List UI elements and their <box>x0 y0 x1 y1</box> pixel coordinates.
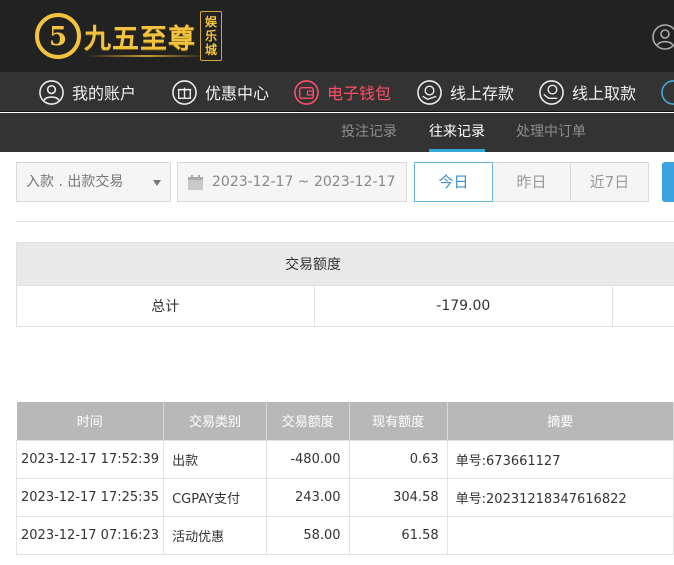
column-header-time: 时间 <box>16 402 165 440</box>
cell-time: 2023-12-17 07:16:23 <box>15 515 165 555</box>
summary-header-row: 交易额度 <box>16 242 674 286</box>
user-circle-icon <box>39 79 64 105</box>
wallet-icon <box>294 79 319 105</box>
records-header-row: 时间 交易类别 交易额度 现有额度 摘要 <box>16 402 674 440</box>
summary-total-label: 总计 <box>16 285 315 327</box>
cell-amount: 58.00 <box>266 515 350 555</box>
cell-type: 活动优惠 <box>163 515 267 555</box>
column-header-amount: 交易额度 <box>266 402 350 440</box>
date-range-picker[interactable]: 2023-12-17 ~ 2023-12-17 <box>177 162 407 202</box>
range-today-button[interactable]: 今日 <box>414 162 493 202</box>
brand-badge-char: 乐 <box>204 29 217 43</box>
brand-underline <box>86 55 206 57</box>
search-button[interactable] <box>662 162 674 202</box>
nav-my-account[interactable]: 我的账户 <box>38 72 136 112</box>
site-header: 5 九五至尊 娱 乐 城 <box>0 0 674 72</box>
brand-logo-mark-text: 5 <box>49 22 67 52</box>
brand-name: 九五至尊 <box>84 23 196 55</box>
section-divider <box>16 221 674 222</box>
user-account-icon[interactable] <box>650 22 674 52</box>
transaction-type-value: 入款 . 出款交易 <box>26 174 124 190</box>
gift-icon <box>172 79 197 105</box>
sub-nav: 投注记录 往来记录 处理中订单 <box>0 113 674 152</box>
main-nav: 我的账户 优惠中心 电子钱包 线上存款 线上取款 <box>0 72 674 112</box>
brand-badge-char: 城 <box>204 43 217 57</box>
cell-balance: 304.58 <box>348 477 448 517</box>
range-yesterday-button[interactable]: 昨日 <box>492 162 571 202</box>
quick-range-group: 今日 昨日 近7日 <box>414 162 649 202</box>
records-table: 时间 交易类别 交易额度 现有额度 摘要 2023-12-17 17:52:39… <box>15 402 674 555</box>
summary-total-row: 总计 -179.00 <box>16 285 674 327</box>
caret-down-icon <box>153 180 161 186</box>
cell-type: 出款 <box>163 439 267 479</box>
tab-pending-orders[interactable]: 处理中订单 <box>516 113 586 152</box>
deposit-icon <box>417 79 442 105</box>
column-header-summary: 摘要 <box>447 402 674 440</box>
cell-amount: -480.00 <box>266 439 350 479</box>
date-range-value: 2023-12-17 ~ 2023-12-17 <box>212 174 396 190</box>
cell-summary: 单号:673661127 <box>446 439 674 479</box>
summary-total-value: -179.00 <box>313 285 614 327</box>
brand-badge-char: 娱 <box>204 15 217 29</box>
cell-type: CGPAY支付 <box>163 477 267 517</box>
column-header-type: 交易类别 <box>163 402 267 440</box>
cell-time: 2023-12-17 17:25:35 <box>15 477 165 517</box>
nav-online-deposit[interactable]: 线上存款 <box>416 72 514 112</box>
cell-amount: 243.00 <box>266 477 350 517</box>
cell-time: 2023-12-17 17:52:39 <box>15 439 165 479</box>
cell-balance: 61.58 <box>348 515 448 555</box>
more-nav-icon[interactable] <box>660 79 674 106</box>
nav-e-wallet[interactable]: 电子钱包 <box>293 72 391 112</box>
table-row: 2023-12-17 17:25:35 CGPAY支付 243.00 304.5… <box>15 477 674 517</box>
calendar-icon <box>188 175 203 190</box>
summary-extra-cell <box>612 285 674 327</box>
nav-label: 线上存款 <box>450 84 515 103</box>
nav-label: 我的账户 <box>72 84 137 103</box>
tab-bet-records[interactable]: 投注记录 <box>341 113 397 152</box>
cell-summary: 单号:20231218347616822 <box>446 477 674 517</box>
nav-promotions[interactable]: 优惠中心 <box>171 72 269 112</box>
cell-balance: 0.63 <box>348 439 448 479</box>
cell-summary <box>446 515 674 555</box>
column-header-balance: 现有额度 <box>349 402 448 440</box>
tab-transaction-records[interactable]: 往来记录 <box>429 113 485 152</box>
summary-header: 交易额度 <box>16 242 674 286</box>
range-last7days-button[interactable]: 近7日 <box>570 162 649 202</box>
nav-label: 电子钱包 <box>327 84 392 103</box>
brand-logo-mark-icon: 5 <box>35 13 81 59</box>
table-row: 2023-12-17 17:52:39 出款 -480.00 0.63 单号:6… <box>15 439 674 479</box>
nav-label: 线上取款 <box>572 84 637 103</box>
transaction-type-select[interactable]: 入款 . 出款交易 <box>16 162 171 202</box>
table-row: 2023-12-17 07:16:23 活动优惠 58.00 61.58 <box>15 515 674 555</box>
withdraw-icon <box>539 79 564 105</box>
summary-table: 交易额度 总计 -179.00 <box>16 242 674 327</box>
brand-badge: 娱 乐 城 <box>200 11 222 61</box>
nav-label: 优惠中心 <box>205 84 270 103</box>
nav-online-withdraw[interactable]: 线上取款 <box>538 72 636 112</box>
